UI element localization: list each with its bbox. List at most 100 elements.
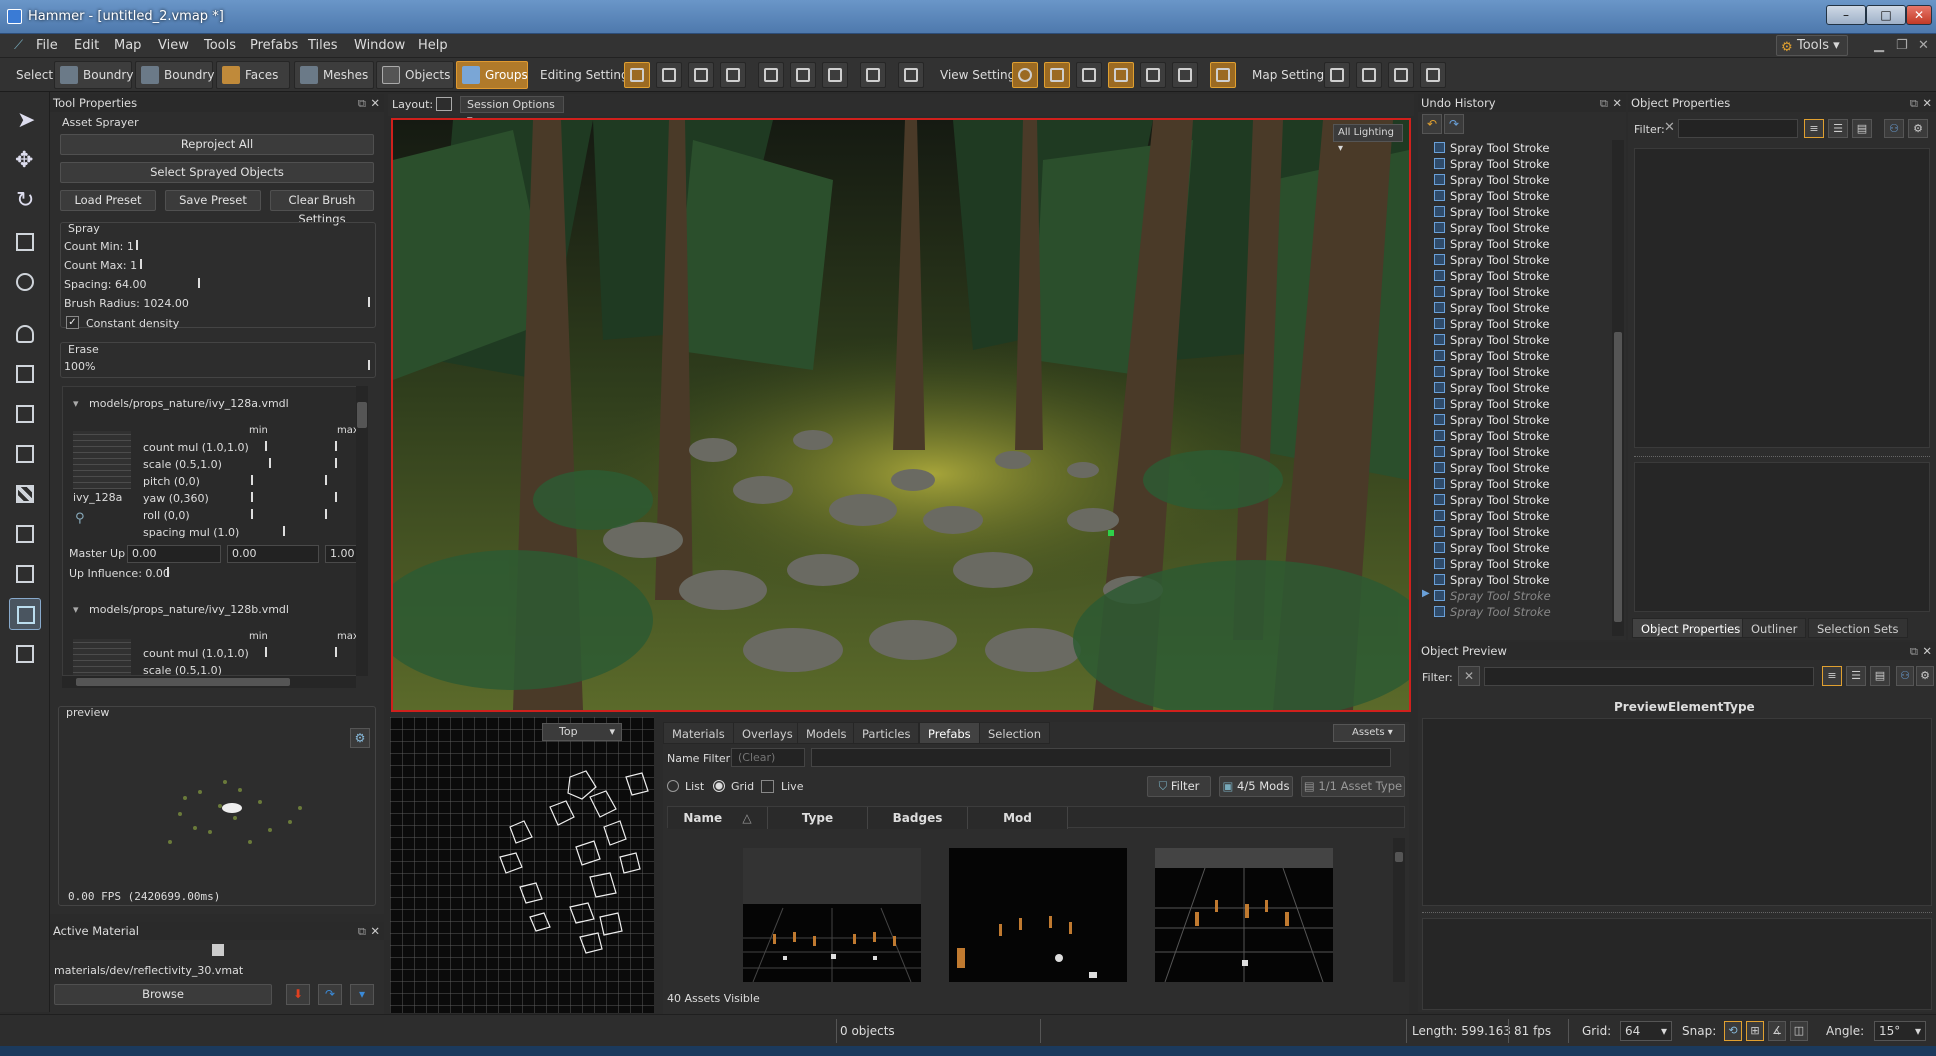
move-tool[interactable]: ✥ xyxy=(9,146,41,178)
asset-type-button[interactable]: ▤ 1/1 Asset Type xyxy=(1301,776,1405,797)
block-tool[interactable] xyxy=(9,358,41,390)
scale-tool[interactable] xyxy=(9,226,41,258)
col-type[interactable]: Type xyxy=(768,807,868,829)
yaw-min-slider[interactable] xyxy=(251,492,253,502)
clip-tool[interactable] xyxy=(9,398,41,430)
close-icon[interactable]: ✕ xyxy=(1612,94,1622,112)
undo-item[interactable]: Spray Tool Stroke xyxy=(1434,460,1549,476)
toggle-a[interactable] xyxy=(758,62,784,88)
undo-item[interactable]: Spray Tool Stroke xyxy=(1434,364,1549,380)
list-view-icon[interactable]: ≡ xyxy=(1804,119,1824,138)
tab-object-properties[interactable]: Object Properties xyxy=(1632,618,1750,638)
undo-item[interactable]: Spray Tool Stroke xyxy=(1434,204,1549,220)
minimize-button[interactable]: – xyxy=(1826,5,1866,25)
undo-item[interactable]: Spray Tool Stroke xyxy=(1434,476,1549,492)
erase-slider[interactable] xyxy=(368,360,370,370)
yaw-max-slider[interactable] xyxy=(335,492,337,502)
toggle-d[interactable] xyxy=(860,62,886,88)
undo-icon[interactable]: ↶ xyxy=(1422,114,1442,134)
map-toggle-2[interactable] xyxy=(1356,62,1382,88)
master-up-z-field[interactable]: 1.00 xyxy=(325,545,359,563)
preview-splitter[interactable] xyxy=(1422,912,1932,916)
settings-icon[interactable]: ⚙ xyxy=(1908,119,1928,138)
view-list-radio[interactable] xyxy=(667,780,679,792)
splitter[interactable] xyxy=(1634,456,1930,460)
tab-prefabs[interactable]: Prefabs xyxy=(919,722,980,744)
undo-vscroll-thumb[interactable] xyxy=(1614,332,1622,622)
undo-item[interactable]: Spray Tool Stroke xyxy=(1434,236,1549,252)
scale-min-slider[interactable] xyxy=(269,458,271,468)
menu-window[interactable]: Window xyxy=(354,38,405,53)
clear-preview-filter-close-icon[interactable]: ✕ xyxy=(1458,666,1480,686)
save-preset-button[interactable]: Save Preset xyxy=(165,190,261,211)
undo-item[interactable]: Spray Tool Stroke xyxy=(1434,556,1549,572)
decal-tool[interactable] xyxy=(9,558,41,590)
col-badges[interactable]: Badges xyxy=(868,807,968,829)
undo-item[interactable]: Spray Tool Stroke xyxy=(1434,332,1549,348)
expand-model2-icon[interactable]: ▾ xyxy=(73,603,79,616)
prefab-thumbnail-1[interactable] xyxy=(743,848,921,982)
count-min-slider[interactable] xyxy=(136,240,138,250)
undo-item[interactable]: Spray Tool Stroke xyxy=(1434,268,1549,284)
user-icon[interactable]: ⚇ xyxy=(1884,119,1904,138)
snap-grid-toggle-icon[interactable]: ⟲ xyxy=(1724,1021,1742,1041)
asset-sprayer-tool[interactable] xyxy=(9,598,41,630)
dock-icon[interactable]: ⧉ xyxy=(1910,94,1918,112)
reproject-all-button[interactable]: Reproject All xyxy=(60,134,374,155)
menu-view[interactable]: View xyxy=(158,38,189,53)
filter-button[interactable]: ⛉ Filter xyxy=(1147,776,1211,797)
roll-max-slider[interactable] xyxy=(325,509,327,519)
undo-item[interactable]: Spray Tool Stroke xyxy=(1434,284,1549,300)
prefab-thumbnail-2[interactable] xyxy=(949,848,1127,982)
close-icon[interactable]: ✕ xyxy=(370,922,380,940)
view-toggle-4[interactable] xyxy=(1108,62,1134,88)
model-list-vscroll-thumb[interactable] xyxy=(357,402,367,428)
share-material-icon[interactable]: ↷ xyxy=(318,984,342,1005)
roll-min-slider[interactable] xyxy=(251,509,253,519)
compact-view-icon[interactable]: ▤ xyxy=(1852,119,1872,138)
apply-material-icon[interactable]: ⬇ xyxy=(286,984,310,1005)
undo-item[interactable]: Spray Tool Stroke xyxy=(1434,572,1549,588)
undo-item[interactable]: Spray Tool Stroke xyxy=(1434,140,1549,156)
dock-icon[interactable]: ⧉ xyxy=(358,922,366,940)
maximize-button[interactable]: □ xyxy=(1866,5,1906,25)
load-preset-button[interactable]: Load Preset xyxy=(60,190,156,211)
expand-model1-icon[interactable]: ▾ xyxy=(73,397,79,410)
top-2d-viewport[interactable]: Top ▾ xyxy=(390,717,654,1013)
terrain-tool[interactable] xyxy=(9,638,41,670)
doc-restore-button[interactable]: ❐ xyxy=(1896,38,1908,53)
redo-icon[interactable]: ↷ xyxy=(1444,114,1464,134)
preview-filter-input[interactable] xyxy=(1484,667,1814,686)
tab-models[interactable]: Models xyxy=(797,722,856,744)
live-checkbox[interactable] xyxy=(761,780,774,793)
model-list-hscroll[interactable] xyxy=(62,676,356,688)
undo-item[interactable]: Spray Tool Stroke xyxy=(1434,172,1549,188)
entity-tool[interactable] xyxy=(9,318,41,350)
model-list-hscroll-thumb[interactable] xyxy=(76,678,290,686)
tab-materials[interactable]: Materials xyxy=(663,722,734,744)
undo-item[interactable]: Spray Tool Stroke xyxy=(1434,348,1549,364)
lighting-mode-dropdown[interactable]: All Lighting ▾ xyxy=(1333,124,1403,154)
tab-overlays[interactable]: Overlays xyxy=(733,722,802,744)
pitch-min-slider[interactable] xyxy=(251,475,253,485)
assets-vscroll-thumb[interactable] xyxy=(1395,852,1403,862)
count-mul-min-slider[interactable] xyxy=(265,441,267,451)
preview-user-icon[interactable]: ⚇ xyxy=(1896,666,1914,686)
undo-item[interactable]: Spray Tool Stroke xyxy=(1434,220,1549,236)
texture-tool[interactable] xyxy=(9,478,41,510)
map-toggle-1[interactable] xyxy=(1324,62,1350,88)
view-grid-radio[interactable] xyxy=(713,780,725,792)
select-objects-button[interactable]: Objects xyxy=(376,61,454,89)
name-filter-input[interactable] xyxy=(811,748,1391,767)
dock-icon[interactable]: ⧉ xyxy=(1910,642,1918,660)
undo-item[interactable]: Spray Tool Stroke xyxy=(1434,188,1549,204)
clear-brush-button[interactable]: Clear Brush Settings xyxy=(270,190,374,226)
col-mod[interactable]: Mod xyxy=(968,807,1068,829)
name-filter-clear[interactable] xyxy=(731,748,805,767)
model-list-vscroll[interactable] xyxy=(356,386,368,676)
menu-edit[interactable]: Edit xyxy=(74,38,99,53)
close-button[interactable]: ✕ xyxy=(1906,5,1932,25)
pivot-tool[interactable] xyxy=(9,266,41,298)
tab-selection[interactable]: Selection xyxy=(979,722,1050,744)
master-up-x-field[interactable]: 0.00 xyxy=(127,545,221,563)
